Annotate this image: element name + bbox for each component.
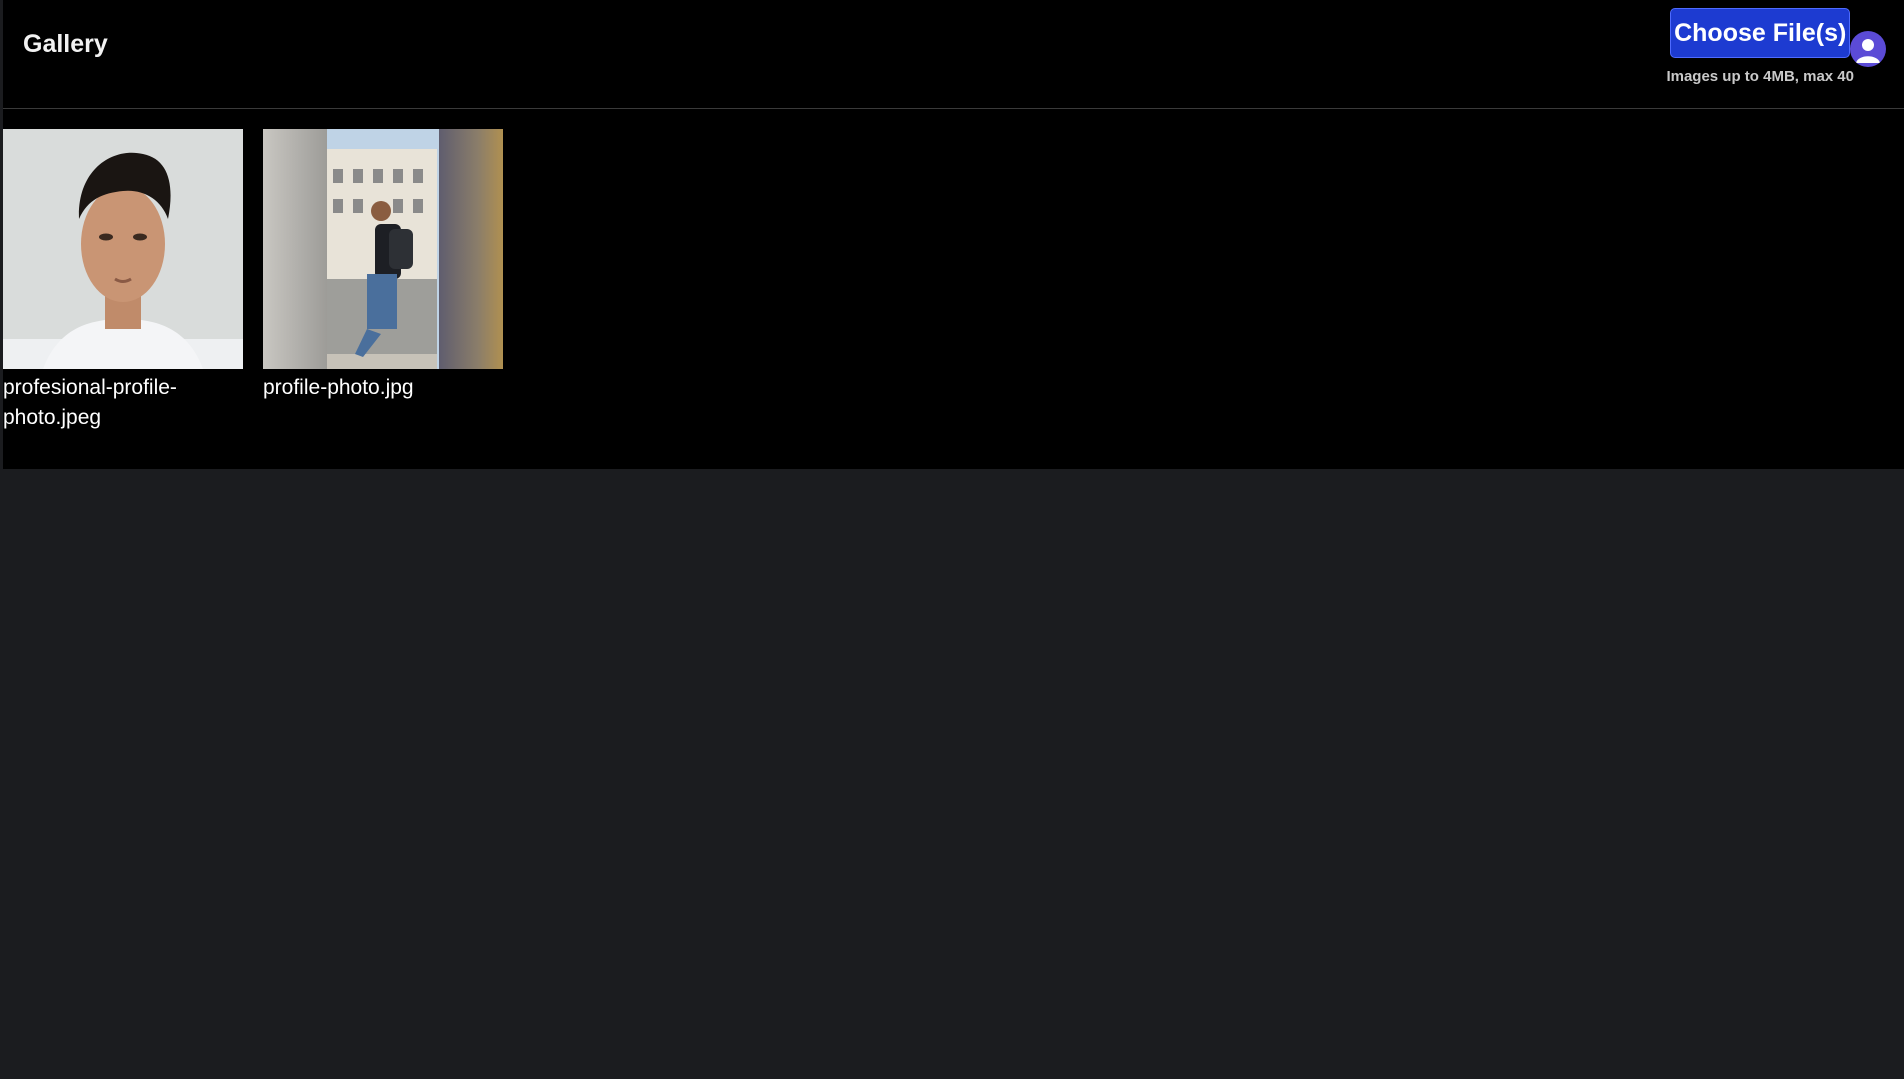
gallery-item[interactable]: profesional-profile-photo.jpeg — [3, 129, 243, 433]
image-thumbnail[interactable] — [263, 129, 503, 369]
page-title: Gallery — [23, 30, 108, 58]
image-filename: profesional-profile-photo.jpeg — [3, 376, 177, 429]
upload-hint: Images up to 4MB, max 40 — [1666, 68, 1854, 85]
header: Gallery Choose File(s) Images up to 4MB,… — [3, 0, 1904, 109]
image-filename: profile-photo.jpg — [263, 376, 414, 399]
gallery-item[interactable]: profile-photo.jpg — [263, 129, 503, 433]
image-thumbnail[interactable] — [3, 129, 243, 369]
choose-files-button[interactable]: Choose File(s) — [1670, 8, 1851, 58]
user-avatar-icon[interactable] — [1850, 31, 1886, 67]
image-grid: profesional-profile-photo.jpeg profile-p… — [3, 109, 1904, 433]
upload-area: Choose File(s) Images up to 4MB, max 40 — [1666, 8, 1854, 85]
gallery-app: Gallery Choose File(s) Images up to 4MB,… — [3, 0, 1904, 469]
